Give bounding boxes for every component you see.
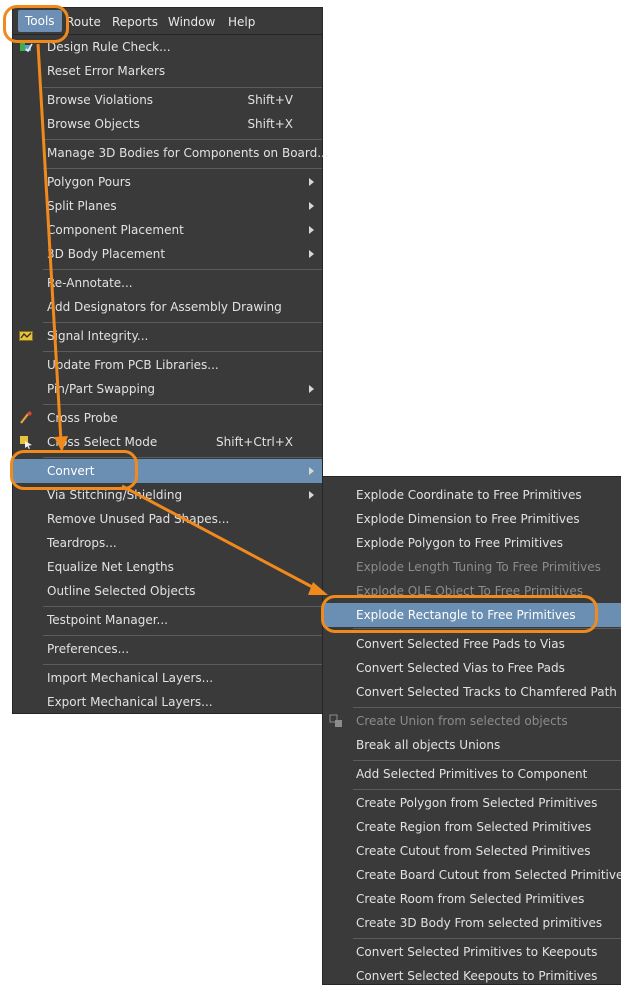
- arrow-tools-to-convert: [36, 43, 63, 443]
- callout-arrows: [36, 43, 328, 595]
- arrow-convert-to-explode-rectangle: [121, 484, 319, 592]
- arrowhead-icon: [54, 436, 68, 452]
- arrowhead-icon: [308, 582, 328, 595]
